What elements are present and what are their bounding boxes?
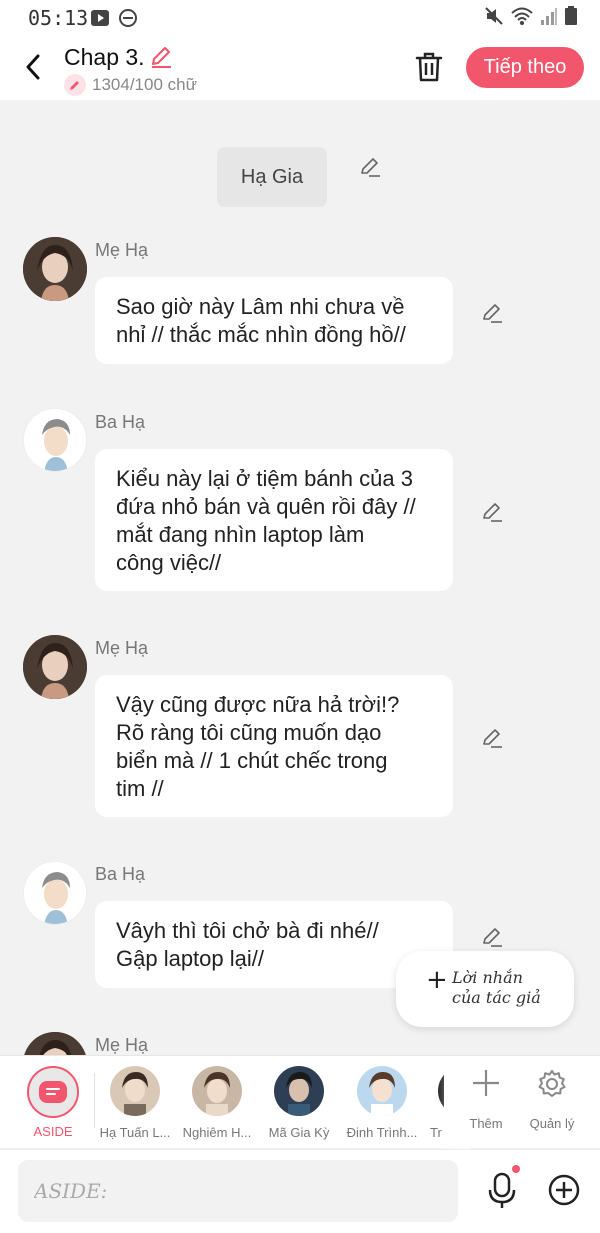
plus-icon (473, 1070, 499, 1096)
aside-button[interactable] (27, 1066, 79, 1118)
message-bubble[interactable]: Vậy cũng được nữa hả trời!? Rõ ràng tôi … (95, 675, 453, 817)
character-name: Đinh Trình... (346, 1125, 418, 1140)
battery-icon (565, 6, 577, 25)
character-photo (192, 1066, 242, 1116)
speaker-name: Ba Hạ (95, 412, 146, 432)
next-button[interactable]: Tiếp theo (466, 47, 584, 88)
edit-title-icon[interactable] (148, 44, 174, 70)
add-label: Thêm (469, 1116, 503, 1131)
microphone-icon[interactable] (486, 1172, 518, 1210)
character-photo (274, 1066, 324, 1116)
status-time: 05:13 (28, 6, 89, 30)
mute-icon (485, 7, 503, 25)
status-icons (484, 6, 578, 26)
trash-icon[interactable] (414, 50, 444, 84)
speaker-name: Mẹ Hạ (95, 1035, 149, 1055)
speaker-name: Mẹ Hạ (95, 240, 149, 260)
input-bar (0, 1149, 600, 1233)
character-item[interactable]: Đinh Trình... (340, 1066, 424, 1140)
signal-icon (541, 8, 557, 25)
story-content[interactable]: Hạ Gia Mẹ Hạ Sao giờ này Lâm nhi chưa về… (0, 100, 600, 1055)
chat-bubble-icon (39, 1081, 67, 1103)
add-circle-icon[interactable] (548, 1174, 580, 1206)
character-photo (357, 1066, 407, 1116)
avatar[interactable] (23, 408, 87, 472)
pencil-badge-icon (64, 74, 86, 96)
status-bar: 05:13 (0, 0, 600, 36)
word-count: 1304/100 chữ (92, 75, 197, 94)
back-button[interactable] (18, 50, 48, 84)
media-app-icon (91, 10, 109, 26)
edit-message-icon[interactable] (480, 301, 504, 325)
author-note-button[interactable]: + Lời nhắn của tác giả (396, 951, 574, 1027)
avatar[interactable] (23, 635, 87, 699)
word-count-row: 1304/100 chữ (64, 74, 197, 96)
add-character-button[interactable]: Thêm (456, 1068, 516, 1131)
character-name: Mã Gia Kỳ (268, 1125, 330, 1140)
manage-label: Quản lý (529, 1116, 575, 1131)
character-bar: ASIDE Hạ Tuấn L... Nghiêm H... Mã Gia Kỳ… (0, 1055, 600, 1149)
character-photo (110, 1066, 160, 1116)
plus-icon: + (426, 965, 448, 995)
speaker-name: Mẹ Hạ (95, 638, 149, 658)
message-bubble[interactable]: Kiểu này lại ở tiệm bánh của 3 đứa nhỏ b… (95, 449, 453, 591)
avatar[interactable] (23, 1032, 87, 1055)
gear-icon (538, 1070, 566, 1097)
chapter-title[interactable]: Chap 3. (64, 44, 145, 71)
wifi-icon (511, 7, 533, 25)
dnd-icon (119, 9, 137, 27)
editor-header: Chap 3. 1304/100 chữ Tiếp theo (0, 36, 600, 100)
character-name: Hạ Tuấn L... (99, 1125, 171, 1140)
character-item[interactable]: Nghiêm H... (175, 1066, 259, 1140)
edit-message-icon[interactable] (480, 726, 504, 750)
speaker-name: Ba Hạ (95, 864, 146, 884)
avatar[interactable] (23, 237, 87, 301)
aside-input[interactable] (18, 1160, 458, 1222)
avatar[interactable] (23, 861, 87, 925)
character-item[interactable]: Hạ Tuấn L... (93, 1066, 177, 1140)
character-name: Nghiêm H... (182, 1125, 252, 1140)
message-bubble[interactable]: Sao giờ này Lâm nhi chưa về nhỉ // thắc … (95, 277, 453, 364)
narration-block[interactable]: Hạ Gia (217, 147, 327, 207)
edit-message-icon[interactable] (480, 925, 504, 949)
character-item[interactable]: Mã Gia Kỳ (257, 1066, 341, 1140)
aside-label: ASIDE (33, 1124, 73, 1139)
author-note-label: Lời nhắn của tác giả (452, 968, 541, 1007)
recording-dot (512, 1165, 520, 1173)
edit-message-icon[interactable] (480, 500, 504, 524)
edit-narration-icon[interactable] (358, 155, 382, 179)
manage-button[interactable]: Quản lý (522, 1068, 582, 1131)
chevron-left-icon (26, 54, 40, 80)
